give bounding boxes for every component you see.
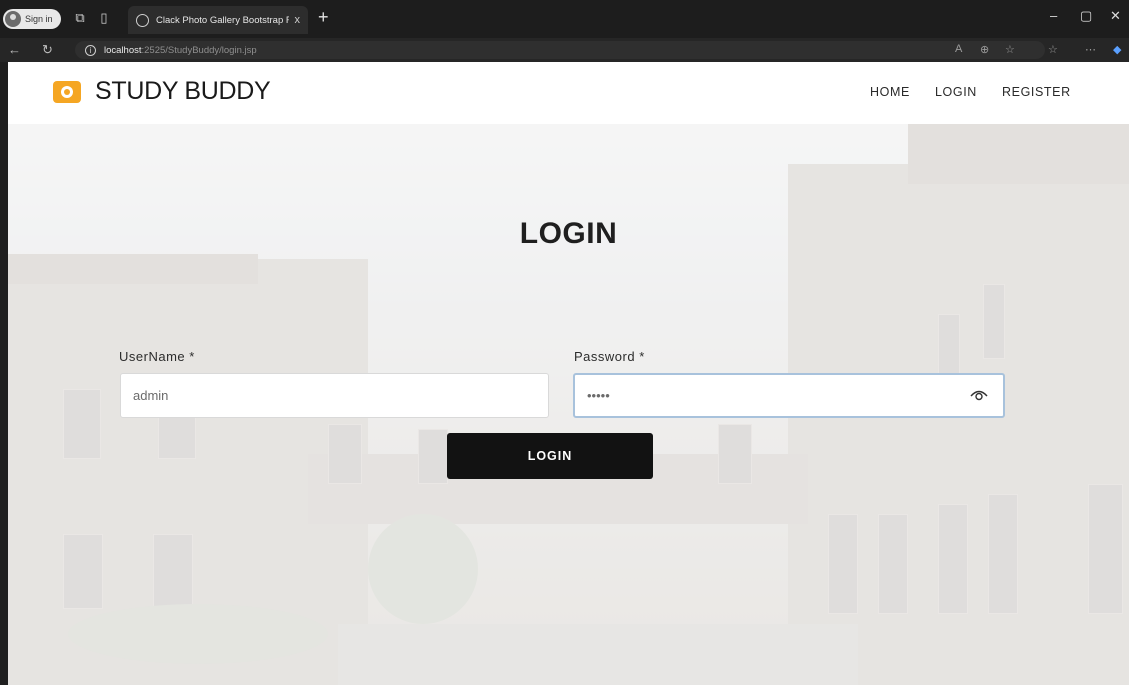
web-page: STUDY BUDDY HOME LOGIN REGISTER LOGIN Us… — [8, 62, 1129, 685]
password-input[interactable] — [573, 373, 1005, 418]
globe-icon — [136, 13, 149, 27]
info-icon[interactable]: i — [85, 44, 96, 56]
username-input[interactable] — [120, 373, 549, 418]
zoom-icon[interactable]: ⊕ — [980, 43, 989, 56]
username-label: UserName * — [119, 349, 195, 364]
nav-register-link[interactable]: REGISTER — [1002, 85, 1071, 99]
tab-close-button[interactable]: x — [295, 14, 301, 26]
reload-icon[interactable]: ↻ — [42, 42, 53, 58]
minimize-button[interactable]: – — [1050, 8, 1057, 23]
login-title: LOGIN — [519, 217, 618, 250]
copilot-icon[interactable]: ◆ — [1113, 43, 1121, 56]
favorites-bar-icon[interactable]: ☆ — [1048, 43, 1058, 56]
hero-section: LOGIN UserName * Password * LOGIN — [8, 124, 1129, 685]
more-icon[interactable]: ⋯ — [1085, 43, 1096, 56]
nav-home-link[interactable]: HOME — [870, 85, 910, 99]
profile-label: Sign in — [25, 14, 53, 24]
login-button[interactable]: LOGIN — [447, 433, 653, 479]
nav-login-link[interactable]: LOGIN — [935, 85, 977, 99]
maximize-button[interactable]: ▢ — [1080, 8, 1092, 24]
browser-address-bar: ← ↻ i localhost :2525/StudyBuddy/login.j… — [0, 38, 1129, 62]
password-label: Password * — [574, 349, 645, 364]
url-path: :2525/StudyBuddy/login.jsp — [141, 44, 257, 56]
close-window-button[interactable]: ✕ — [1110, 8, 1121, 24]
profile-button[interactable]: Sign in — [3, 9, 61, 29]
browser-tab-bar: Sign in ⧉ ▯ Clack Photo Gallery Bootstra… — [0, 0, 1129, 38]
site-brand[interactable]: STUDY BUDDY — [95, 77, 271, 106]
read-aloud-icon[interactable]: A — [955, 43, 962, 55]
eye-icon[interactable] — [970, 388, 988, 402]
url-field[interactable]: i localhost :2525/StudyBuddy/login.jsp — [75, 41, 1045, 59]
url-host: localhost — [104, 44, 142, 56]
tab-group-icon[interactable]: ⧉ — [72, 10, 88, 26]
site-header: STUDY BUDDY HOME LOGIN REGISTER — [8, 62, 1129, 124]
favorite-icon[interactable]: ☆ — [1005, 43, 1015, 56]
new-tab-button[interactable]: + — [318, 7, 329, 28]
profile-avatar-icon — [5, 11, 21, 27]
browser-tab-active[interactable]: Clack Photo Gallery Bootstrap Re x — [128, 6, 308, 34]
back-icon[interactable]: ← — [8, 42, 21, 58]
tab-actions-icon[interactable]: ▯ — [96, 10, 112, 26]
tab-title: Clack Photo Gallery Bootstrap Re — [156, 14, 289, 26]
camera-logo-icon[interactable] — [53, 81, 81, 103]
